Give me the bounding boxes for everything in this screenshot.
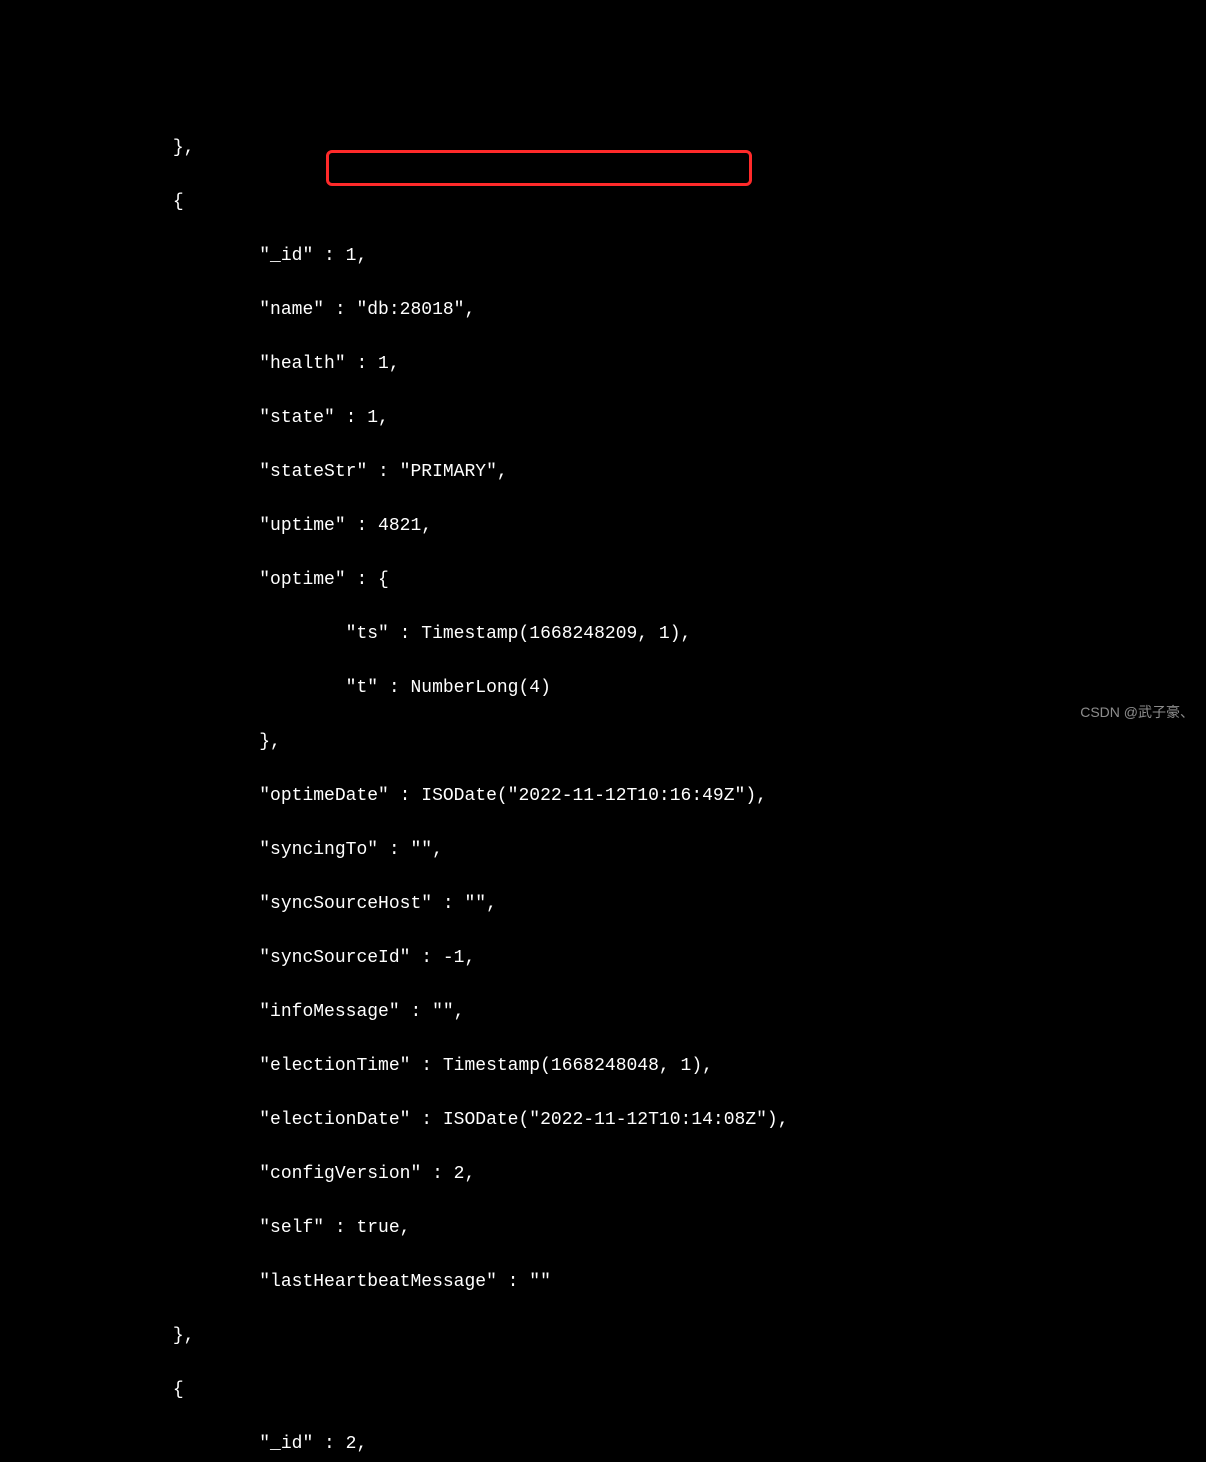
code-line: "electionDate" : ISODate("2022-11-12T10:… — [0, 1107, 1206, 1134]
code-line: { — [0, 189, 1206, 216]
code-line: "_id" : 1, — [0, 243, 1206, 270]
code-line: "stateStr" : "PRIMARY", — [0, 459, 1206, 486]
code-line: "uptime" : 4821, — [0, 513, 1206, 540]
code-line: "infoMessage" : "", — [0, 999, 1206, 1026]
code-line: "syncingTo" : "", — [0, 837, 1206, 864]
terminal-output[interactable]: }, { "_id" : 1, "name" : "db:28018", "he… — [0, 108, 1206, 1462]
code-line: "electionTime" : Timestamp(1668248048, 1… — [0, 1053, 1206, 1080]
code-line: "self" : true, — [0, 1215, 1206, 1242]
code-line: "lastHeartbeatMessage" : "" — [0, 1269, 1206, 1296]
code-line: "syncSourceHost" : "", — [0, 891, 1206, 918]
code-line: "optime" : { — [0, 567, 1206, 594]
code-line: }, — [0, 135, 1206, 162]
code-line: "syncSourceId" : -1, — [0, 945, 1206, 972]
code-line: "optimeDate" : ISODate("2022-11-12T10:16… — [0, 783, 1206, 810]
code-line: { — [0, 1377, 1206, 1404]
watermark-text: CSDN @武子豪、 — [1080, 702, 1194, 723]
code-line: }, — [0, 1323, 1206, 1350]
code-line: "name" : "db:28018", — [0, 297, 1206, 324]
code-line: "health" : 1, — [0, 351, 1206, 378]
code-line: "ts" : Timestamp(1668248209, 1), — [0, 621, 1206, 648]
code-line: "configVersion" : 2, — [0, 1161, 1206, 1188]
code-line: "_id" : 2, — [0, 1431, 1206, 1458]
code-line: }, — [0, 729, 1206, 756]
code-line: "state" : 1, — [0, 405, 1206, 432]
code-line: "t" : NumberLong(4) — [0, 675, 1206, 702]
